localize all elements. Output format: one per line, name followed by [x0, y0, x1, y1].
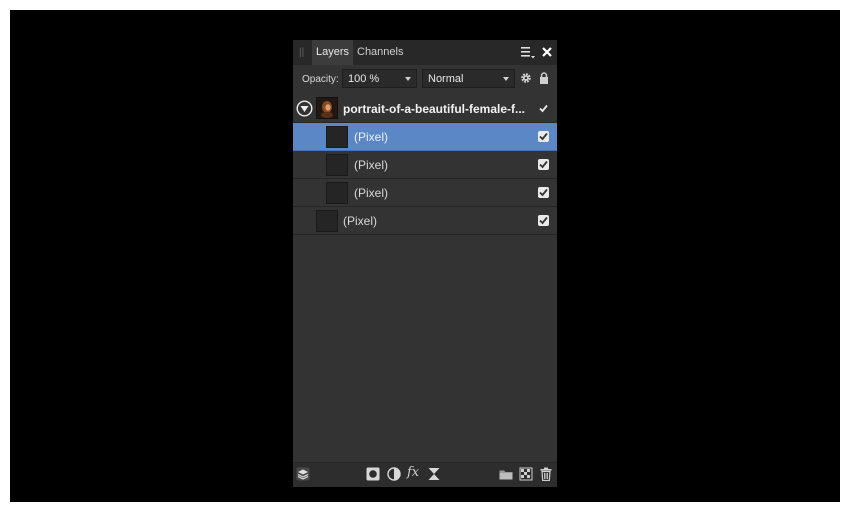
- live-filter-icon[interactable]: [427, 467, 441, 481]
- layer-row[interactable]: (Pixel): [293, 123, 557, 151]
- visibility-checkbox[interactable]: [538, 103, 549, 114]
- gear-icon[interactable]: [520, 72, 532, 84]
- adjustment-icon[interactable]: [387, 467, 401, 481]
- chevron-down-icon: [503, 77, 509, 81]
- opacity-value: 100 %: [348, 73, 380, 85]
- visibility-checkbox[interactable]: [538, 215, 549, 226]
- layer-thumbnail: [326, 182, 348, 204]
- layers-bottom-toolbar: fx: [293, 462, 557, 487]
- layer-thumbnail: [316, 210, 338, 232]
- layer-row[interactable]: (Pixel): [293, 151, 557, 179]
- visibility-checkbox[interactable]: [538, 159, 549, 170]
- layer-options-row: Opacity: 100 % Normal: [293, 65, 557, 93]
- layer-name: (Pixel): [354, 158, 389, 172]
- lock-icon[interactable]: [539, 72, 549, 84]
- layer-name: (Pixel): [343, 214, 378, 228]
- layer-name: (Pixel): [354, 186, 389, 200]
- opacity-dropdown[interactable]: 100 %: [342, 69, 417, 88]
- tab-channels[interactable]: Channels: [353, 40, 407, 65]
- folder-icon[interactable]: [499, 467, 513, 481]
- tab-layers[interactable]: Layers: [312, 40, 354, 65]
- panel-grip-handle[interactable]: ||: [299, 47, 305, 58]
- layer-row[interactable]: (Pixel): [293, 179, 557, 207]
- layers-panel: || Layers Channels Opacity: 100 % Normal: [293, 40, 557, 487]
- layer-row[interactable]: (Pixel): [293, 207, 557, 235]
- mask-icon[interactable]: [366, 467, 380, 481]
- layer-group-name: portrait-of-a-beautiful-female-f...: [343, 102, 525, 116]
- chevron-down-icon: [405, 77, 411, 81]
- expand-toggle-icon[interactable]: [296, 100, 313, 117]
- portrait-thumbnail: [316, 97, 338, 119]
- panel-menu-icon[interactable]: [521, 45, 535, 59]
- blend-mode-value: Normal: [428, 73, 464, 85]
- layer-thumbnail: [326, 154, 348, 176]
- layer-name: (Pixel): [354, 130, 389, 144]
- layer-group-row[interactable]: portrait-of-a-beautiful-female-f...: [293, 95, 557, 123]
- close-icon[interactable]: [541, 46, 553, 58]
- fx-icon[interactable]: fx: [407, 465, 419, 480]
- blend-mode-dropdown[interactable]: Normal: [422, 69, 515, 88]
- trash-icon[interactable]: [539, 467, 553, 481]
- visibility-checkbox[interactable]: [538, 131, 549, 142]
- layers-stack-icon[interactable]: [296, 467, 310, 481]
- panel-tab-bar: || Layers Channels: [293, 40, 557, 65]
- visibility-checkbox[interactable]: [538, 187, 549, 198]
- opacity-label: Opacity:: [302, 74, 339, 85]
- layer-thumbnail: [326, 126, 348, 148]
- new-pixel-layer-icon[interactable]: [519, 467, 533, 481]
